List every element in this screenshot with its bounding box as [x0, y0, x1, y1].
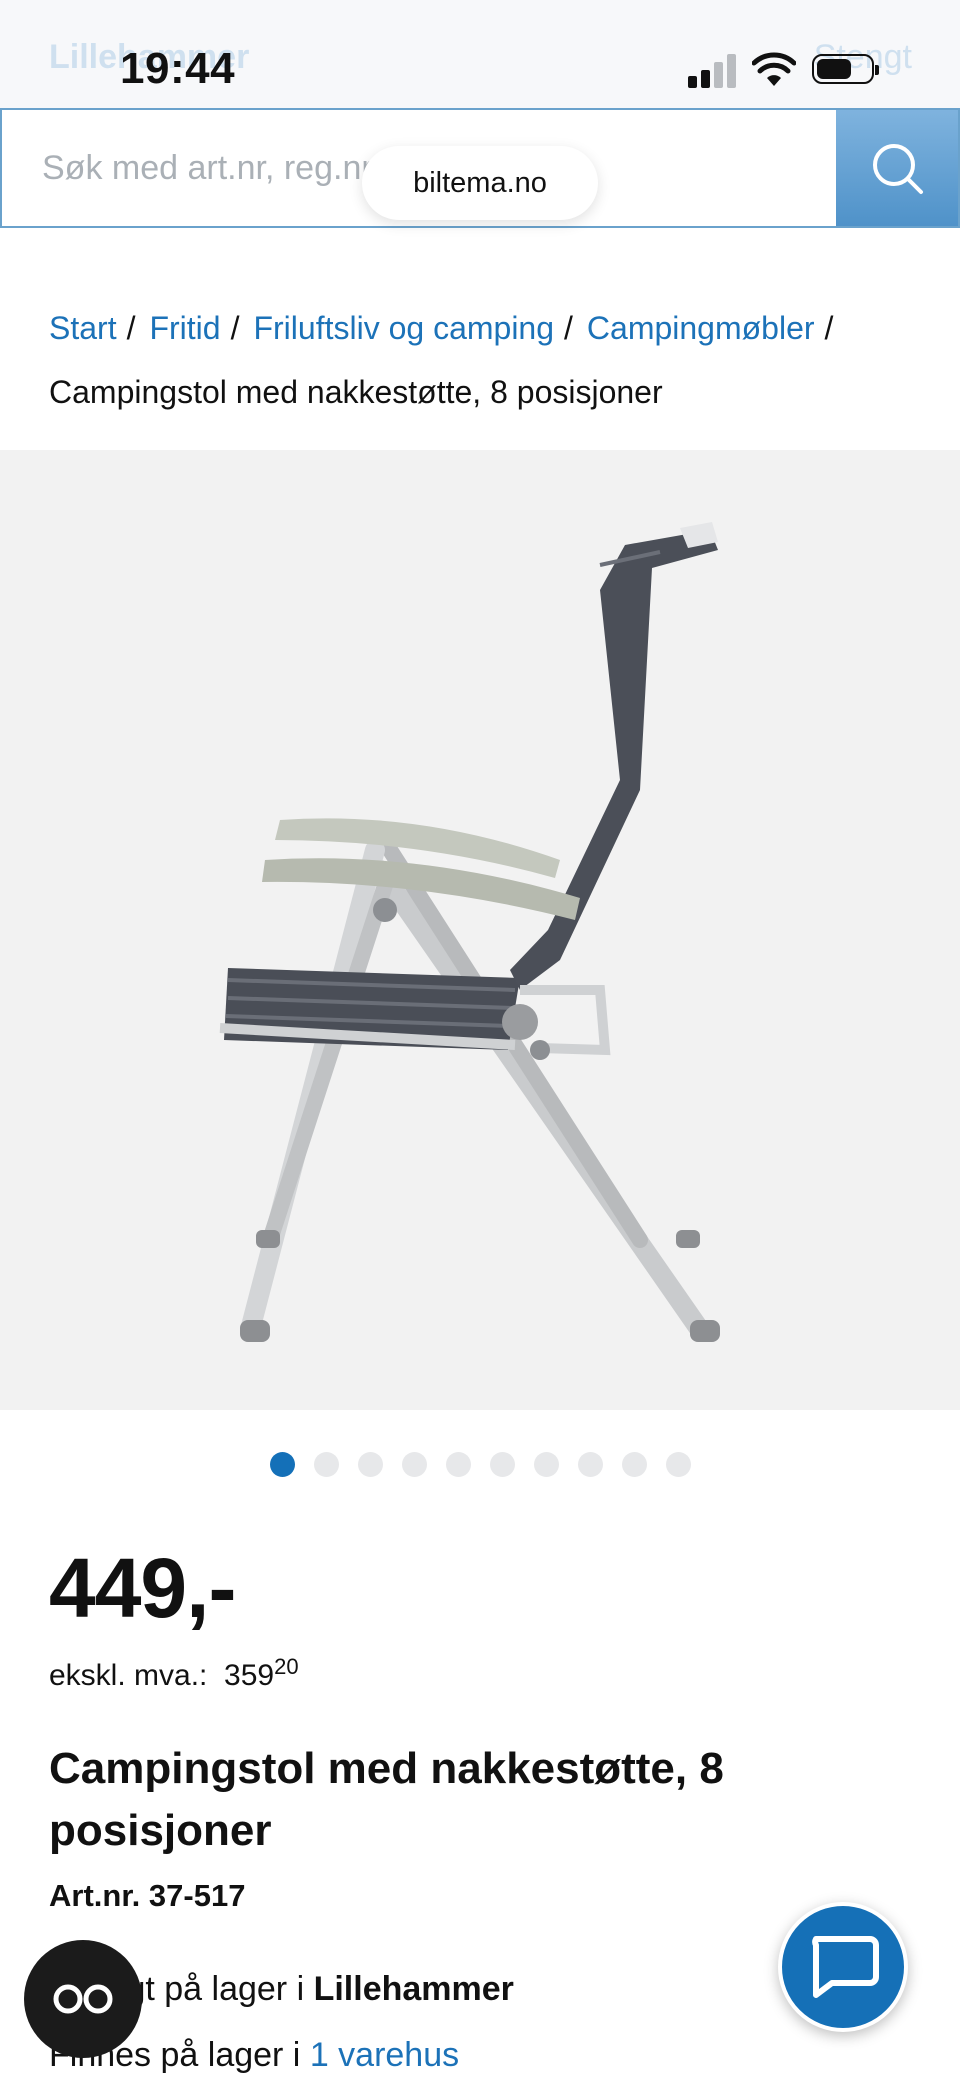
- product-title: Campingstol med nakkestøtte, 8 posisjone…: [49, 1744, 724, 1855]
- chat-button[interactable]: [778, 1902, 908, 2032]
- reader-mode-button[interactable]: [24, 1940, 142, 2058]
- breadcrumb-separator: /: [824, 310, 834, 346]
- search-button[interactable]: [836, 110, 958, 226]
- wifi-icon: [752, 52, 796, 86]
- carousel-dot[interactable]: [269, 1452, 295, 1477]
- price-excl-vat: ekskl. mva.: 35920: [49, 1654, 299, 1693]
- breadcrumb-separator: /: [126, 310, 136, 346]
- breadcrumb: Start / Fritid / Friluftsliv og camping / Camp…: [49, 296, 919, 424]
- vat-label: ekskl. mva.:: [49, 1659, 208, 1692]
- breadcrumb-friluftsliv[interactable]: Friluftsliv og camping: [253, 310, 554, 346]
- stock-store: Lillehammer: [313, 1970, 514, 2008]
- chat-icon: [812, 1936, 879, 1998]
- camping-chair-image: [219, 522, 720, 1342]
- warehouse-link[interactable]: 1 varehus: [310, 2036, 459, 2074]
- cellular-signal-icon: [688, 54, 738, 88]
- breadcrumb-separator: /: [230, 310, 240, 346]
- search-icon: [873, 144, 923, 194]
- breadcrumb-current: Campingstol med nakkestøtte, 8 posisjone…: [49, 374, 663, 410]
- breadcrumb-fritid[interactable]: Fritid: [149, 310, 220, 346]
- image-carousel-dots: [0, 1452, 960, 1480]
- top-bar: Lillehammer Stengt 19:44: [0, 0, 960, 108]
- search-input[interactable]: [42, 110, 372, 226]
- article-number: Art.nr. 37-517: [49, 1878, 246, 1913]
- carousel-dot[interactable]: [577, 1452, 603, 1477]
- glasses-icon: [53, 1984, 113, 2014]
- status-time: 19:44: [120, 44, 236, 93]
- carousel-dot[interactable]: [665, 1452, 691, 1477]
- carousel-dot[interactable]: [621, 1452, 647, 1477]
- carousel-dot[interactable]: [445, 1452, 471, 1477]
- carousel-dot[interactable]: [357, 1452, 383, 1477]
- carousel-dot[interactable]: [401, 1452, 427, 1477]
- vat-ore: 20: [274, 1654, 299, 1679]
- browser-url-pill[interactable]: biltema.no: [362, 146, 598, 220]
- carousel-dot[interactable]: [533, 1452, 559, 1477]
- product-image[interactable]: [0, 450, 960, 1410]
- carousel-dot[interactable]: [489, 1452, 515, 1477]
- breadcrumb-campingmobler[interactable]: Campingmøbler: [587, 310, 815, 346]
- breadcrumb-separator: /: [564, 310, 573, 346]
- product-price: 449,-: [49, 1541, 236, 1635]
- carousel-dot[interactable]: [313, 1452, 339, 1477]
- breadcrumb-start[interactable]: Start: [49, 310, 117, 346]
- vat-kr: 359: [224, 1659, 275, 1692]
- battery-icon: [812, 54, 879, 84]
